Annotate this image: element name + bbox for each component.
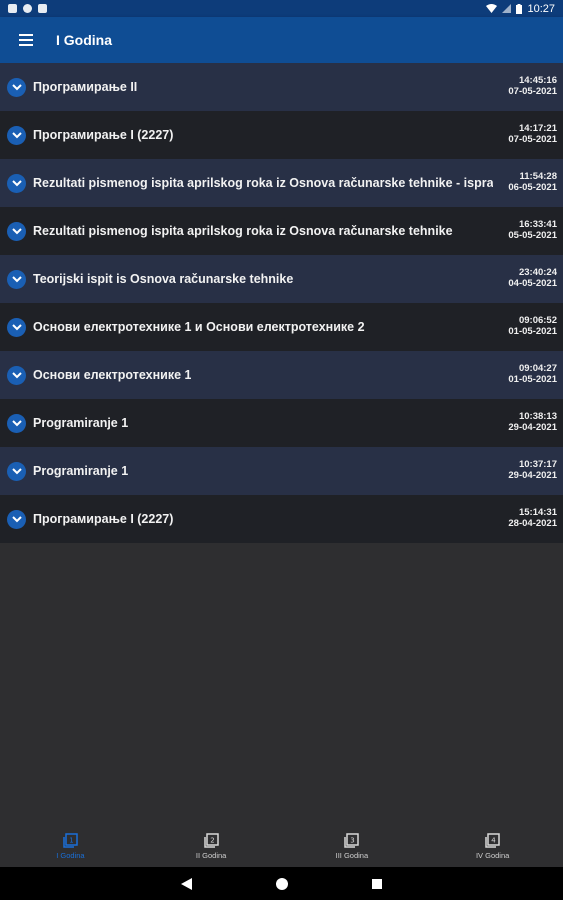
chevron-down-icon[interactable] xyxy=(7,77,26,97)
list-item[interactable]: Programiranje 1 10:38:13 29-04-2021 xyxy=(0,399,563,447)
item-timestamp: 14:17:21 07-05-2021 xyxy=(508,123,557,145)
item-date: 29-04-2021 xyxy=(508,422,557,433)
item-timestamp: 09:06:52 01-05-2021 xyxy=(508,315,557,337)
system-indicators: 10:27 xyxy=(486,3,555,15)
back-button[interactable] xyxy=(177,874,197,894)
item-time: 09:04:27 xyxy=(518,363,557,374)
chevron-down-icon[interactable] xyxy=(7,413,26,433)
item-date: 29-04-2021 xyxy=(508,470,557,481)
list-item[interactable]: Програмирање I (2227) 14:17:21 07-05-2021 xyxy=(0,111,563,159)
item-timestamp: 11:54:28 06-05-2021 xyxy=(508,171,557,193)
item-date: 07-05-2021 xyxy=(508,134,557,145)
sync-icon xyxy=(23,4,32,13)
item-time: 23:40:24 xyxy=(518,267,557,278)
list-item[interactable]: Rezultati pismenog ispita aprilskog roka… xyxy=(0,207,563,255)
sd-card-icon xyxy=(38,4,47,13)
item-time: 14:45:16 xyxy=(518,75,557,86)
item-time: 16:33:41 xyxy=(518,219,557,230)
book-2-icon: 2 xyxy=(203,833,219,848)
list-item[interactable]: Програмирање II 14:45:16 07-05-2021 xyxy=(0,63,563,111)
item-date: 28-04-2021 xyxy=(508,518,557,529)
list-item[interactable]: Основи електротехнике 1 09:04:27 01-05-202… xyxy=(0,351,563,399)
tab-label: IV Godina xyxy=(475,851,510,860)
item-timestamp: 15:14:31 28-04-2021 xyxy=(508,507,557,529)
svg-text:4: 4 xyxy=(491,837,496,845)
tab-label: III Godina xyxy=(335,851,369,860)
item-timestamp: 10:37:17 29-04-2021 xyxy=(508,459,557,481)
app-bar: I Godina xyxy=(0,17,563,63)
chevron-down-icon[interactable] xyxy=(7,125,26,145)
book-3-icon: 3 xyxy=(344,833,360,848)
wifi-icon xyxy=(486,4,498,13)
home-button[interactable] xyxy=(272,874,292,894)
book-1-icon: 1 xyxy=(63,833,78,848)
item-time: 10:37:17 xyxy=(518,459,557,470)
item-time: 15:14:31 xyxy=(518,507,557,518)
item-date: 06-05-2021 xyxy=(508,182,557,193)
item-title: Програмирање II xyxy=(33,80,138,94)
list-item[interactable]: Programiranje 1 10:37:17 29-04-2021 xyxy=(0,447,563,495)
page-title: I Godina xyxy=(56,32,112,48)
system-navigation-bar xyxy=(0,867,563,900)
status-bar: 10:27 xyxy=(0,0,563,17)
notification-icons xyxy=(8,4,47,13)
chevron-down-icon[interactable] xyxy=(7,317,26,337)
item-timestamp: 16:33:41 05-05-2021 xyxy=(508,219,557,241)
battery-icon xyxy=(516,3,523,14)
list-item[interactable]: Програмирање I (2227) 15:14:31 28-04-2021 xyxy=(0,495,563,543)
bottom-navigation: 1 I Godina 2 II Godina 3 III Godina 4 IV Godina xyxy=(0,826,563,867)
item-title: Teorijski ispit is Osnova računarske teh… xyxy=(33,272,294,286)
tab-iv-godina[interactable]: 4 IV Godina xyxy=(422,826,563,867)
item-title: Rezultati pismenog ispita aprilskog roka… xyxy=(33,224,453,238)
item-timestamp: 09:04:27 01-05-2021 xyxy=(508,363,557,385)
chevron-down-icon[interactable] xyxy=(7,173,26,193)
tab-label: I Godina xyxy=(56,851,85,860)
item-time: 09:06:52 xyxy=(518,315,557,326)
chevron-down-icon[interactable] xyxy=(7,365,26,385)
menu-icon[interactable] xyxy=(0,17,52,63)
chevron-down-icon[interactable] xyxy=(7,461,26,481)
announcement-list: Програмирање II 14:45:16 07-05-2021 Програм… xyxy=(0,63,563,543)
list-item[interactable]: Rezultati pismenog ispita aprilskog roka… xyxy=(0,159,563,207)
item-title: Rezultati pismenog ispita aprilskog roka… xyxy=(33,176,493,190)
chevron-down-icon[interactable] xyxy=(7,509,26,529)
item-time: 14:17:21 xyxy=(518,123,557,134)
back-icon xyxy=(181,877,192,890)
item-title: Програмирање I (2227) xyxy=(33,512,174,526)
svg-text:3: 3 xyxy=(351,837,355,845)
item-timestamp: 23:40:24 04-05-2021 xyxy=(508,267,557,289)
list-item[interactable]: Основи електротехнике 1 и Основи електро… xyxy=(0,303,563,351)
item-time: 11:54:28 xyxy=(519,171,557,182)
item-title: Programiranje 1 xyxy=(33,416,129,430)
recents-button[interactable] xyxy=(367,874,387,894)
tab-i-godina[interactable]: 1 I Godina xyxy=(0,826,141,867)
item-title: Programiranje 1 xyxy=(33,464,129,478)
item-title: Основи електротехнике 1 и Основи електро… xyxy=(33,320,365,334)
chevron-down-icon[interactable] xyxy=(7,221,26,241)
item-date: 01-05-2021 xyxy=(508,374,557,385)
item-date: 01-05-2021 xyxy=(508,326,557,337)
cell-signal-icon xyxy=(502,4,512,13)
svg-text:2: 2 xyxy=(210,837,214,845)
item-date: 04-05-2021 xyxy=(508,278,557,289)
chevron-down-icon[interactable] xyxy=(7,269,26,289)
home-icon xyxy=(275,877,288,890)
status-time: 10:27 xyxy=(527,2,555,15)
item-time: 10:38:13 xyxy=(518,411,557,422)
item-timestamp: 10:38:13 29-04-2021 xyxy=(508,411,557,433)
item-title: Програмирање I (2227) xyxy=(33,128,174,142)
item-date: 05-05-2021 xyxy=(508,230,557,241)
list-item[interactable]: Teorijski ispit is Osnova računarske teh… xyxy=(0,255,563,303)
svg-text:1: 1 xyxy=(69,837,73,845)
item-title: Основи електротехнике 1 xyxy=(33,368,192,382)
item-timestamp: 14:45:16 07-05-2021 xyxy=(508,75,557,97)
tab-ii-godina[interactable]: 2 II Godina xyxy=(141,826,282,867)
item-date: 07-05-2021 xyxy=(508,86,557,97)
notification-icon xyxy=(8,4,17,13)
book-4-icon: 4 xyxy=(485,833,500,848)
tab-label: II Godina xyxy=(195,851,227,860)
recents-icon xyxy=(371,878,382,889)
tab-iii-godina[interactable]: 3 III Godina xyxy=(282,826,423,867)
